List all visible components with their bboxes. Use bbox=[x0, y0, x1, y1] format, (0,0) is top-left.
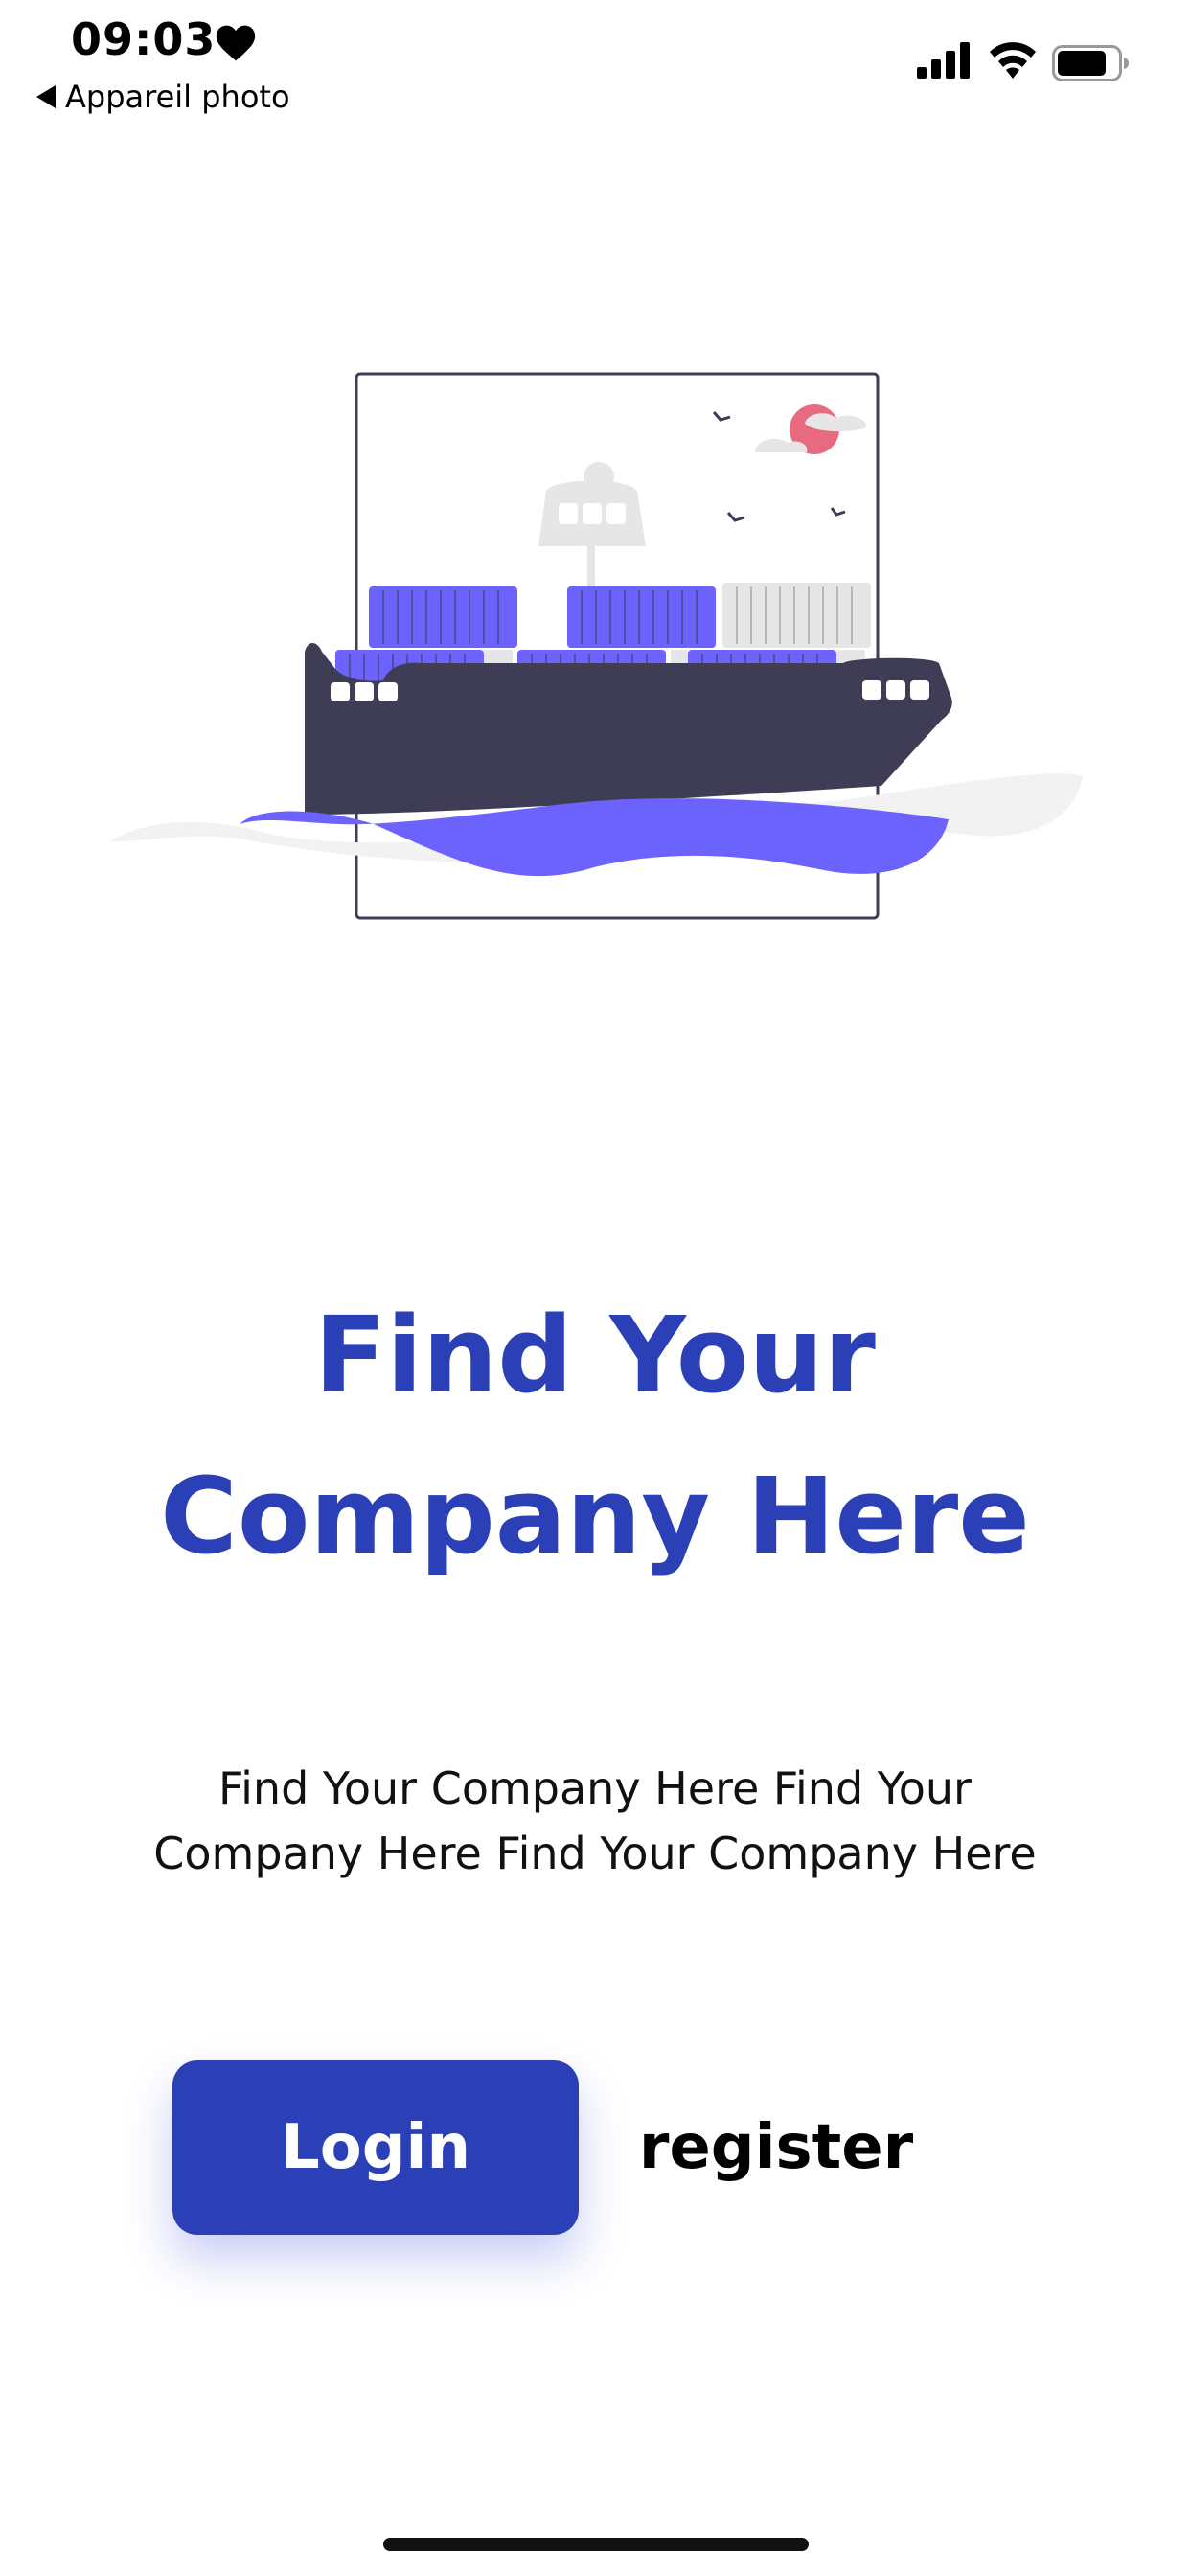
title-line-1: Find Your bbox=[314, 1294, 876, 1416]
home-indicator[interactable] bbox=[383, 2538, 809, 2551]
battery-icon bbox=[1052, 45, 1129, 81]
back-to-camera-link[interactable]: Appareil photo bbox=[36, 79, 290, 115]
container-ship-illustration bbox=[110, 372, 1083, 920]
status-time: 09:03 bbox=[71, 13, 217, 65]
title-line-2: Company Here bbox=[160, 1455, 1030, 1577]
back-arrow-icon bbox=[36, 85, 56, 108]
heart-icon bbox=[216, 25, 256, 61]
wifi-icon bbox=[990, 42, 1036, 79]
page-title: Find Your Company Here bbox=[0, 1275, 1190, 1597]
signal-icon bbox=[917, 42, 970, 79]
register-link[interactable]: register bbox=[632, 2060, 920, 2235]
status-bar: 09:03 Appareil photo bbox=[0, 0, 1190, 134]
page-description: Find Your Company Here Find Your Company… bbox=[153, 1762, 1037, 1879]
back-link-label: Appareil photo bbox=[65, 79, 290, 115]
login-button[interactable]: Login bbox=[172, 2060, 579, 2235]
